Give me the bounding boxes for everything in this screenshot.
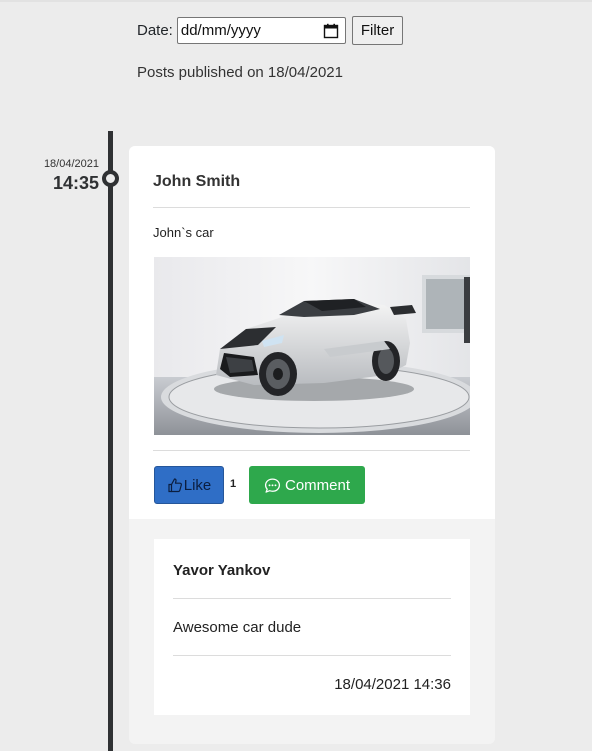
comment-timestamp: 18/04/2021 14:36 (334, 676, 451, 693)
comment-author[interactable]: Yavor Yankov (173, 562, 270, 579)
post-author[interactable]: John Smith (153, 173, 240, 191)
comment-text: Awesome car dude (173, 619, 302, 636)
timeline-time: 14:35 (52, 173, 99, 193)
thumbs-up-icon (168, 478, 182, 493)
divider (153, 207, 470, 208)
timeline-line (108, 131, 113, 751)
timeline-dot (102, 170, 119, 187)
like-button[interactable]: Like (154, 466, 224, 504)
like-label: Like (183, 476, 212, 494)
date-filter-bar: Date: dd/mm/yyyy Filter (137, 16, 404, 45)
date-input[interactable]: dd/mm/yyyy (176, 17, 346, 44)
post-text: John`s car (153, 225, 214, 240)
top-edge (0, 0, 592, 2)
comment-card: Yavor Yankov Awesome car dude 18/04/2021… (154, 539, 470, 715)
date-placeholder: dd/mm/yyyy (180, 22, 261, 39)
post-card: John Smith John`s car Like 1 Comment Yav… (129, 146, 495, 744)
like-count: 1 (230, 478, 237, 490)
timeline-date: 18/04/2021 (43, 158, 99, 170)
posts-heading: Posts published on 18/04/2021 (137, 64, 343, 81)
comment-button[interactable]: Comment (249, 466, 365, 504)
divider (153, 450, 470, 451)
chat-bubble-icon (264, 477, 281, 493)
calendar-icon[interactable] (323, 23, 339, 39)
filter-button[interactable]: Filter (351, 16, 404, 45)
divider (173, 598, 451, 599)
divider (173, 655, 451, 656)
comment-label: Comment (284, 476, 351, 494)
timeline-timestamp: 18/04/2021 14:35 (44, 158, 99, 195)
post-body: John Smith John`s car Like 1 Comment (129, 146, 495, 519)
post-image (154, 257, 470, 435)
date-label: Date: (137, 22, 173, 39)
